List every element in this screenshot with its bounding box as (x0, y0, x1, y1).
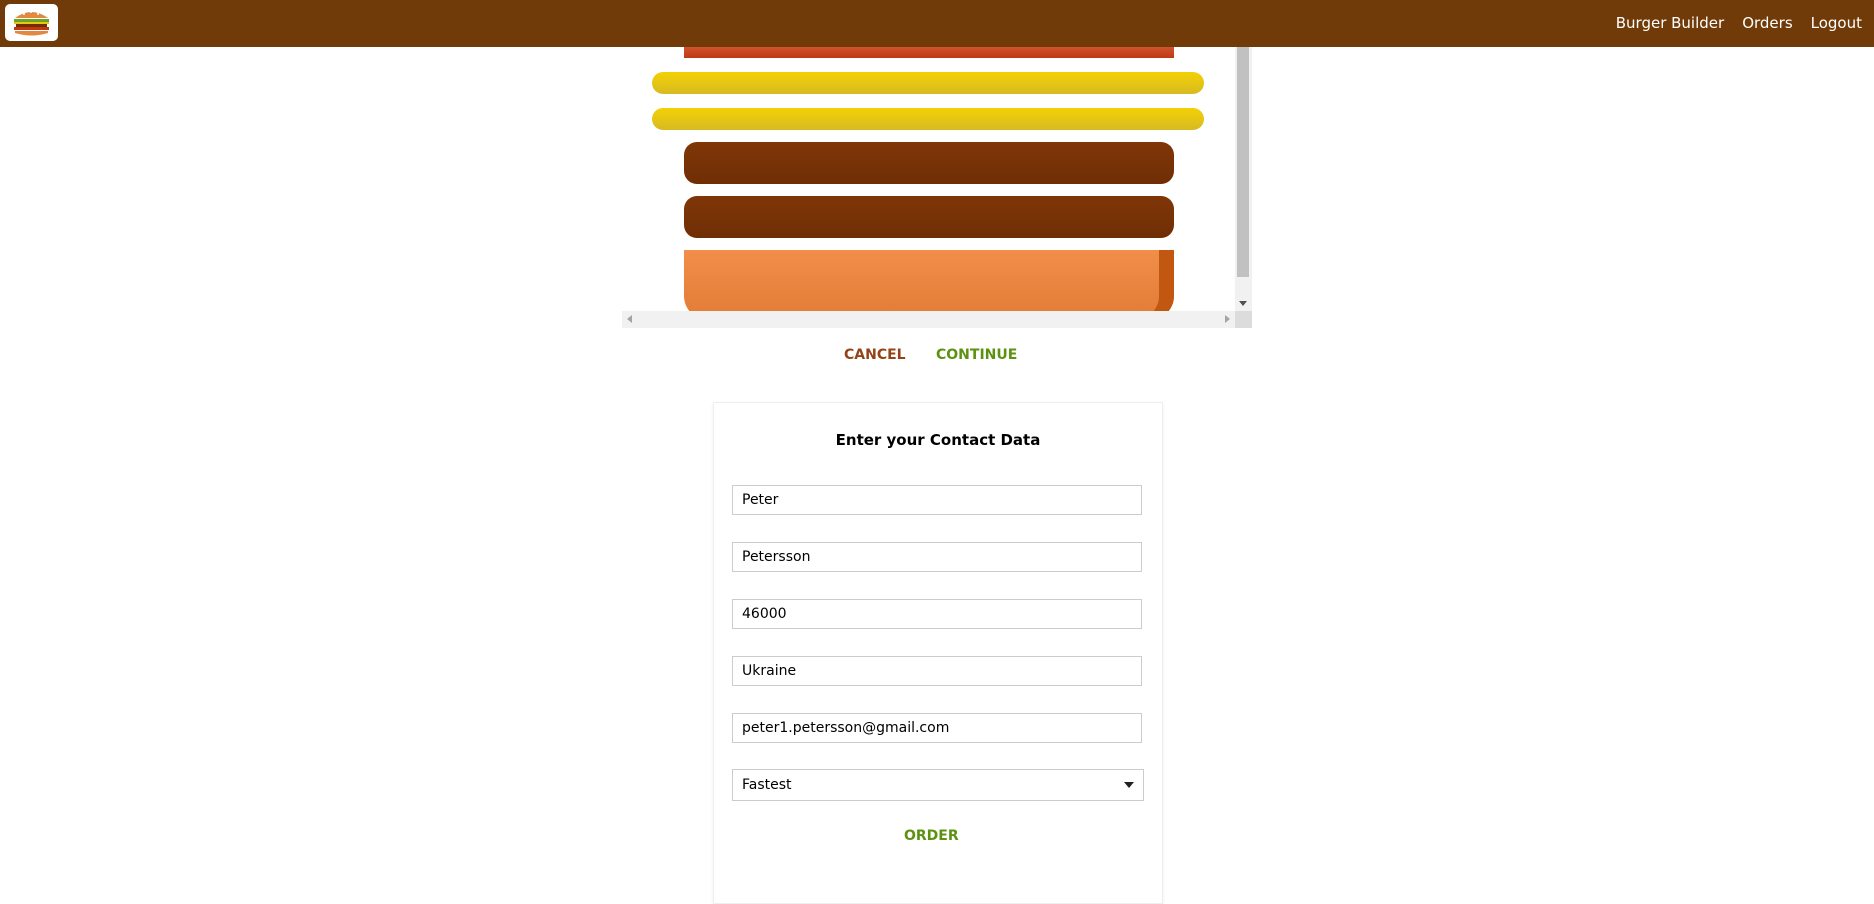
nav-logout[interactable]: Logout (1802, 0, 1874, 47)
horizontal-scrollbar[interactable] (622, 311, 1235, 328)
logo[interactable] (5, 4, 58, 41)
chevron-down-icon (1124, 782, 1134, 788)
scrollbar-thumb[interactable] (1237, 47, 1249, 277)
scrollbar-corner (1235, 311, 1252, 328)
ingredient-cheese (652, 72, 1204, 94)
main-nav: Burger Builder Orders Logout (1607, 0, 1874, 47)
contact-title: Enter your Contact Data (835, 431, 1041, 449)
order-button[interactable]: ORDER (904, 828, 959, 844)
delivery-method-value: Fastest (742, 777, 792, 793)
surname-field[interactable] (732, 542, 1142, 572)
cancel-button[interactable]: CANCEL (844, 347, 906, 363)
ingredient-meat (684, 196, 1174, 238)
ingredient-meat (684, 142, 1174, 184)
ingredient-bread-bottom (684, 250, 1174, 311)
country-field[interactable] (732, 656, 1142, 686)
burger-viewport (622, 47, 1235, 311)
nav-orders[interactable]: Orders (1733, 0, 1801, 47)
ingredient-cheese (652, 108, 1204, 130)
scroll-right-arrow-icon[interactable] (1225, 315, 1230, 323)
contact-data-card: Enter your Contact Data Fastest ORDER (713, 402, 1163, 904)
scroll-down-arrow-icon[interactable] (1239, 301, 1247, 306)
vertical-scrollbar[interactable] (1235, 47, 1252, 311)
toolbar: Burger Builder Orders Logout (0, 0, 1874, 47)
delivery-method-select[interactable]: Fastest (732, 769, 1144, 801)
nav-burger-builder[interactable]: Burger Builder (1607, 0, 1733, 47)
zip-code-field[interactable] (732, 599, 1142, 629)
scroll-left-arrow-icon[interactable] (627, 315, 632, 323)
burger-logo-icon (14, 11, 49, 36)
email-field[interactable] (732, 713, 1142, 743)
ingredient-bacon (684, 47, 1174, 58)
continue-button[interactable]: CONTINUE (936, 347, 1017, 363)
name-field[interactable] (732, 485, 1142, 515)
burger-preview (622, 47, 1252, 328)
